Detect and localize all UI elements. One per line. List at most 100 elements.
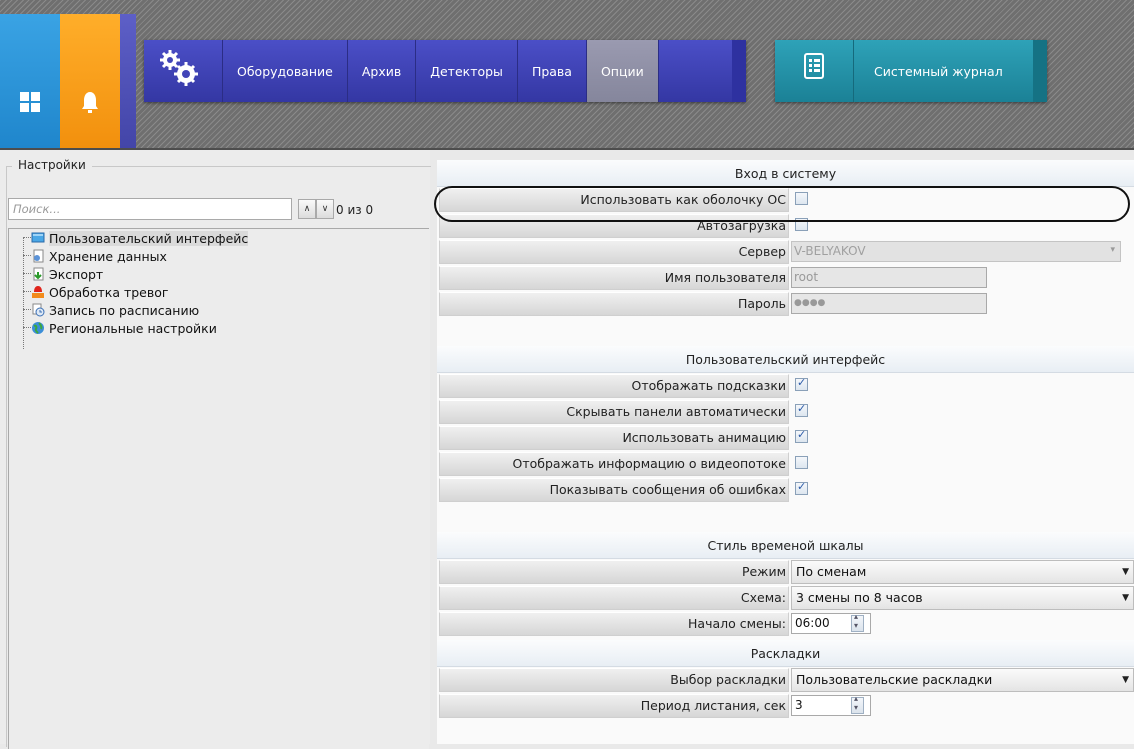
search-input[interactable]: Поиск... — [8, 198, 292, 220]
nav-equipment[interactable]: Оборудование — [223, 40, 348, 102]
tree-item-alarms[interactable]: Обработка тревог — [31, 283, 168, 301]
layout-choice-label: Выбор раскладки — [439, 668, 789, 692]
nav-rights[interactable]: Права — [518, 40, 587, 102]
row-password: Пароль ●●●● — [437, 290, 1134, 316]
hide-panels-label: Скрывать панели автоматически — [439, 400, 789, 424]
autoload-checkbox[interactable] — [795, 218, 808, 231]
mode-value: По сменам — [796, 564, 867, 579]
row-errors: Показывать сообщения об ошибках — [437, 476, 1134, 502]
nav-scroll-tail — [732, 40, 746, 102]
row-user: Имя пользователя root — [437, 264, 1134, 290]
chevron-down-icon: ▼ — [1122, 675, 1129, 685]
search-next-button[interactable]: ∨ — [316, 199, 334, 219]
tree-item-export[interactable]: Экспорт — [31, 265, 103, 283]
settings-tree: Пользовательский интерфейс Хранение данн… — [8, 228, 429, 749]
row-layout-choice: Выбор раскладки Пользовательские расклад… — [437, 666, 1134, 692]
tree-branch — [23, 291, 31, 292]
scroll-period-stepper[interactable]: 3 — [791, 694, 871, 716]
windows-icon — [20, 92, 40, 112]
schedule-icon — [32, 303, 45, 317]
bell-icon — [82, 92, 98, 113]
row-shift-start: Начало смены: 06:00 — [437, 610, 1134, 636]
tree-item-label: Региональные настройки — [49, 320, 217, 336]
mode-label: Режим — [439, 560, 789, 584]
animation-label: Использовать анимацию — [439, 426, 789, 450]
nav-system-journal[interactable]: Системный журнал — [854, 40, 1017, 102]
section-layouts-header: Раскладки — [437, 640, 1134, 667]
errors-label: Показывать сообщения об ошибках — [439, 478, 789, 502]
shift-start-label: Начало смены: — [439, 612, 789, 636]
section-login-header: Вход в систему — [437, 160, 1134, 187]
nav-detectors[interactable]: Детекторы — [416, 40, 518, 102]
row-scroll-period: Период листания, сек 3 — [437, 692, 1134, 718]
layout-choice-dropdown[interactable]: Пользовательские раскладки ▼ — [791, 668, 1134, 692]
nav-archive[interactable]: Архив — [348, 40, 417, 102]
settings-panel: Вход в систему Использовать как оболочку… — [437, 160, 1134, 744]
row-autoload: Автозагрузка — [437, 212, 1134, 238]
nav-options[interactable]: Опции — [586, 40, 659, 102]
row-mode: Режим По сменам ▼ — [437, 558, 1134, 584]
spin-buttons-icon[interactable] — [851, 694, 864, 714]
chevron-down-icon: ▼ — [1122, 567, 1129, 577]
globe-icon — [32, 322, 44, 334]
scroll-period-label: Период листания, сек — [439, 694, 789, 718]
spin-buttons-icon[interactable] — [851, 612, 864, 632]
tree-item-label: Экспорт — [49, 266, 104, 282]
server-label: Сервер — [439, 240, 789, 264]
mode-dropdown[interactable]: По сменам ▼ — [791, 560, 1134, 584]
row-hints: Отображать подсказки — [437, 372, 1134, 398]
hide-panels-checkbox[interactable] — [795, 402, 808, 417]
autoload-label: Автозагрузка — [439, 214, 789, 238]
top-bar: Оборудование Архив Детекторы Права Опции… — [0, 0, 1134, 150]
tree-item-label: Запись по расписанию — [49, 302, 200, 318]
notifications-tile[interactable] — [60, 14, 120, 148]
animation-checkbox[interactable] — [795, 428, 808, 443]
settings-gears-icon[interactable] — [144, 40, 223, 102]
tree-item-ui[interactable]: Пользовательский интерфейс — [31, 229, 249, 247]
journal-tail — [1033, 40, 1047, 102]
tree-branch — [23, 309, 31, 310]
user-label: Имя пользователя — [439, 266, 789, 290]
section-title: Вход в систему — [734, 165, 837, 181]
journal-icon[interactable] — [775, 40, 854, 102]
tree-item-schedule[interactable]: Запись по расписанию — [31, 301, 199, 319]
storage-icon — [33, 249, 44, 263]
settings-tree-panel: Настройки Поиск... ∧ ∨ 0 из 0 Пользовате… — [0, 150, 431, 749]
section-ui-header: Пользовательский интерфейс — [437, 346, 1134, 373]
tree-item-regional[interactable]: Региональные настройки — [31, 319, 217, 337]
windows-tile[interactable] — [0, 14, 60, 148]
password-field[interactable]: ●●●● — [791, 293, 987, 314]
tree-item-label: Хранение данных — [49, 248, 167, 264]
shift-start-stepper[interactable]: 06:00 — [791, 612, 871, 634]
scheme-value: 3 смены по 8 часов — [796, 590, 923, 605]
tree-line — [23, 237, 24, 349]
search-prev-button[interactable]: ∧ — [298, 199, 316, 219]
search-counter: 0 из 0 — [336, 203, 374, 217]
scheme-dropdown[interactable]: 3 смены по 8 часов ▼ — [791, 586, 1134, 610]
tile-edge — [120, 14, 136, 148]
shell-label: Использовать как оболочку ОС — [439, 188, 789, 212]
layout-choice-value: Пользовательские раскладки — [796, 672, 993, 687]
section-title: Стиль временой шкалы — [707, 537, 864, 553]
tree-item-label: Пользовательский интерфейс — [49, 230, 249, 246]
row-server: Сервер V-BELYAKOV ▾ — [437, 238, 1134, 264]
errors-checkbox[interactable] — [795, 480, 808, 495]
stream-info-checkbox[interactable] — [795, 456, 808, 469]
user-field[interactable]: root — [791, 267, 987, 288]
server-value: V-BELYAKOV — [794, 244, 866, 258]
alarm-icon — [32, 286, 44, 298]
tree-item-storage[interactable]: Хранение данных — [31, 247, 167, 265]
scheme-label: Схема: — [439, 586, 789, 610]
shift-start-value: 06:00 — [795, 616, 830, 630]
tree-item-label: Обработка тревог — [49, 284, 169, 300]
row-hide-panels: Скрывать панели автоматически — [437, 398, 1134, 424]
chevron-down-icon: ▼ — [1122, 593, 1129, 603]
server-dropdown[interactable]: V-BELYAKOV ▾ — [791, 241, 1121, 262]
shell-checkbox[interactable] — [795, 192, 808, 205]
tree-branch — [23, 273, 31, 274]
section-title: Пользовательский интерфейс — [685, 351, 886, 367]
settings-group-title: Настройки — [12, 158, 92, 172]
row-shell: Использовать как оболочку ОС — [437, 186, 1134, 212]
chevron-down-icon: ▾ — [1110, 245, 1115, 255]
hints-checkbox[interactable] — [795, 376, 808, 391]
